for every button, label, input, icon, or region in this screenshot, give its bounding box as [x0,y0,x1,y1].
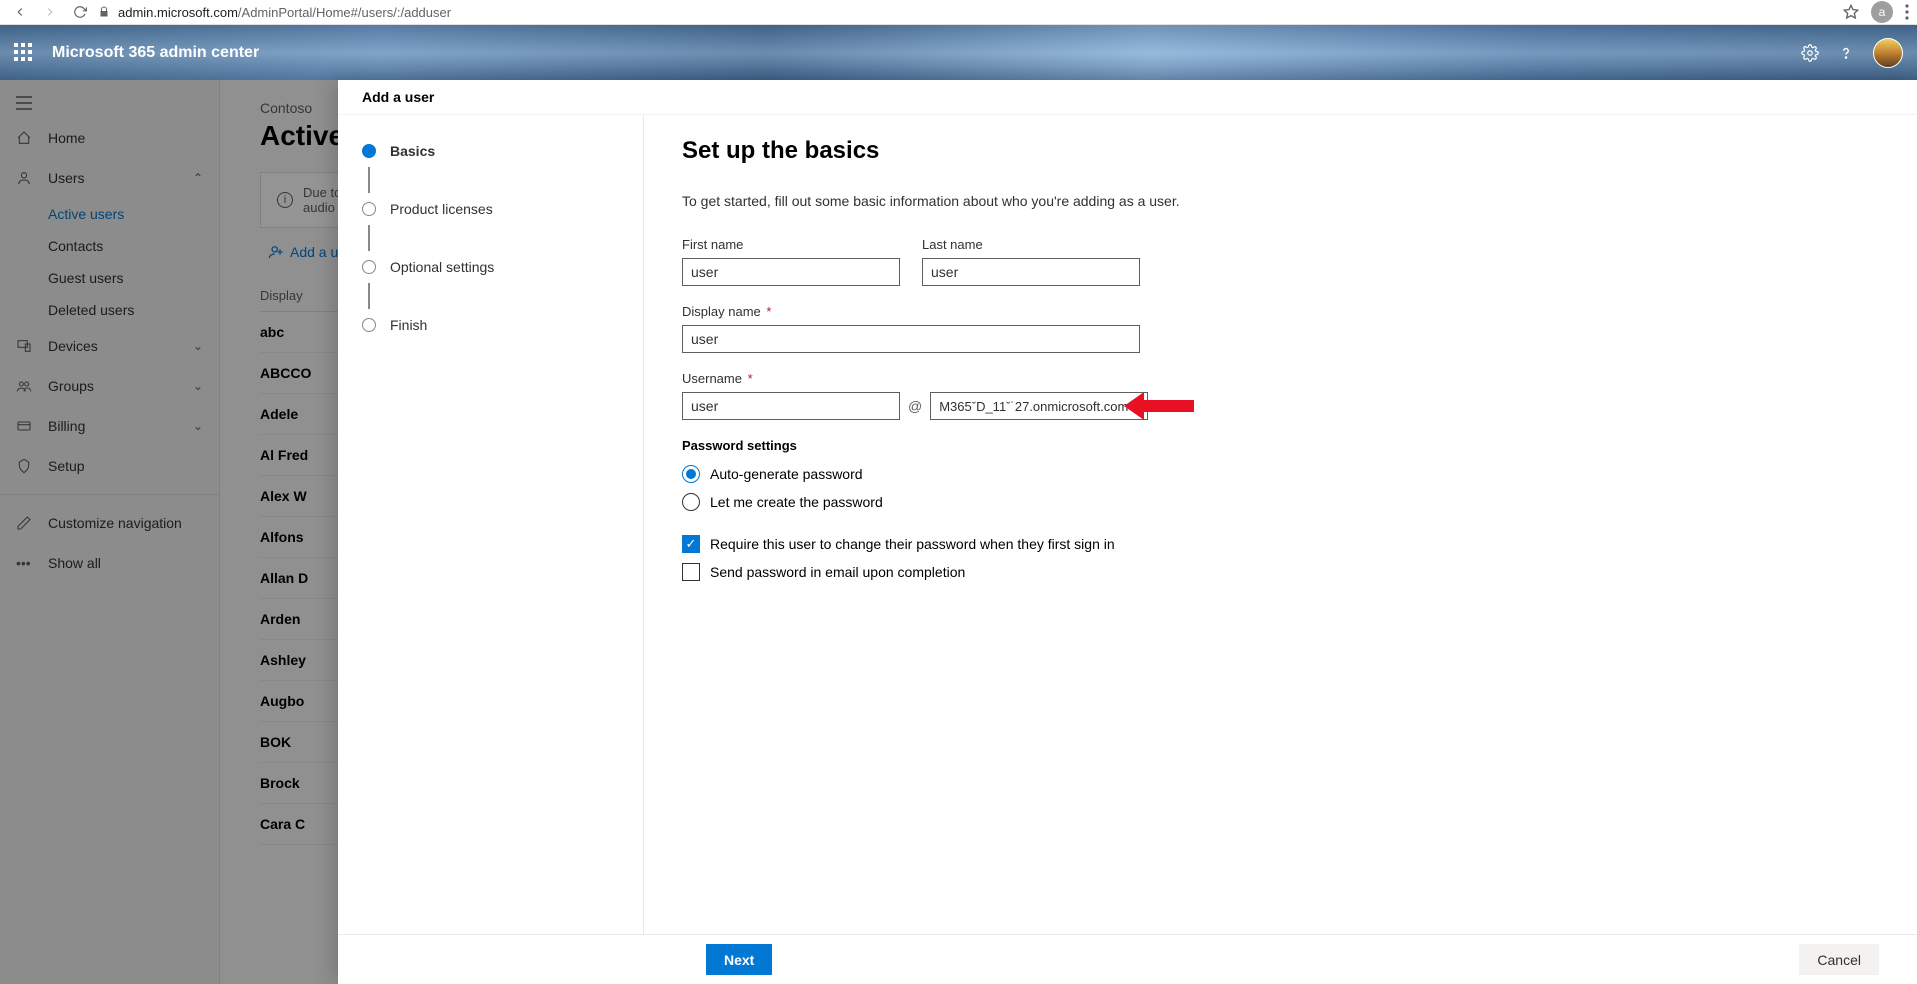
radio-icon [682,493,700,511]
address-bar[interactable]: admin.microsoft.com/AdminPortal/Home#/us… [98,5,1843,20]
radio-manual-password[interactable]: Let me create the password [682,493,1879,511]
panel-footer: Next Cancel [338,934,1917,984]
suite-title: Microsoft 365 admin center [52,44,259,62]
settings-gear-icon[interactable] [1801,44,1819,62]
checkbox-icon: ✓ [682,535,700,553]
step-licenses[interactable]: Product licenses [362,201,619,217]
back-icon[interactable] [8,0,32,24]
at-symbol: @ [908,392,922,420]
help-icon[interactable] [1837,44,1855,62]
display-name-label: Display name * [682,304,1140,319]
next-button[interactable]: Next [706,944,772,975]
wizard-steps: Basics Product licenses Optional setting… [338,115,644,934]
form-heading: Set up the basics [682,137,1879,165]
username-input[interactable] [682,392,900,420]
url-path: /AdminPortal/Home#/users/:/adduser [238,5,451,20]
password-section-label: Password settings [682,438,1879,453]
suite-header: Microsoft 365 admin center [0,25,1917,80]
cancel-button[interactable]: Cancel [1799,944,1879,975]
panel-title: Add a user [338,80,1917,115]
app-launcher-icon[interactable] [14,43,34,63]
forward-icon[interactable] [38,0,62,24]
first-name-input[interactable] [682,258,900,286]
url-host: admin.microsoft.com [118,5,238,20]
account-avatar[interactable] [1873,38,1903,68]
step-dot-icon [362,318,376,332]
star-icon[interactable] [1843,4,1859,20]
step-dot-icon [362,144,376,158]
display-name-input[interactable] [682,325,1140,353]
domain-dropdown[interactable]: M365ˇD_11ˇ˙27.onmicrosoft.com ⌄ [930,392,1148,420]
form-area: Set up the basics To get started, fill o… [644,115,1917,934]
browser-profile-avatar[interactable]: a [1871,1,1893,23]
step-basics[interactable]: Basics [362,143,619,159]
reload-icon[interactable] [68,0,92,24]
step-dot-icon [362,260,376,274]
form-description: To get started, fill out some basic info… [682,193,1879,209]
add-user-panel: Add a user Basics Product licenses Optio… [338,80,1917,984]
step-dot-icon [362,202,376,216]
radio-icon [682,465,700,483]
workspace: Home Users ⌃ Active users Contacts Guest… [0,80,1917,984]
checkbox-icon [682,563,700,581]
last-name-label: Last name [922,237,1140,252]
first-name-label: First name [682,237,900,252]
domain-value: M365ˇD_11ˇ˙27.onmicrosoft.com [939,399,1128,414]
radio-auto-password[interactable]: Auto-generate password [682,465,1879,483]
browser-chrome: admin.microsoft.com/AdminPortal/Home#/us… [0,0,1917,25]
step-finish[interactable]: Finish [362,317,619,333]
username-label: Username * [682,371,900,386]
lock-icon [98,6,110,18]
step-optional[interactable]: Optional settings [362,259,619,275]
callout-arrow-icon [1124,388,1194,424]
checkbox-require-change[interactable]: ✓ Require this user to change their pass… [682,535,1879,553]
last-name-input[interactable] [922,258,1140,286]
kebab-menu-icon[interactable] [1905,4,1909,20]
checkbox-send-email[interactable]: Send password in email upon completion [682,563,1879,581]
